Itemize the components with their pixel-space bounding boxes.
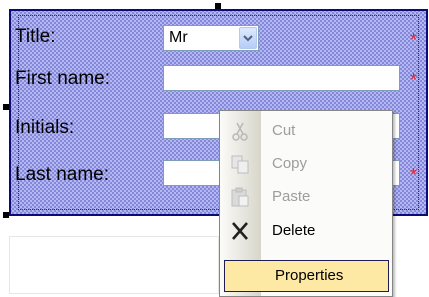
copy-icon xyxy=(231,155,249,174)
delete-x-icon xyxy=(232,222,248,240)
initials-label: Initials: xyxy=(15,117,75,138)
first-name-input[interactable] xyxy=(163,65,400,91)
menu-item-label: Copy xyxy=(272,155,308,172)
menu-item-label: Properties xyxy=(275,267,344,284)
required-marker-first-name: * xyxy=(410,70,418,90)
menu-item-properties[interactable]: Properties xyxy=(224,260,389,292)
scissors-icon xyxy=(232,122,248,141)
dropdown-button[interactable] xyxy=(239,27,257,49)
menu-item-label: Cut xyxy=(272,122,296,139)
last-name-label: Last name: xyxy=(15,164,109,185)
first-name-label: First name: xyxy=(15,68,111,89)
required-marker-title: * xyxy=(410,30,418,50)
menu-item-copy[interactable]: Copy xyxy=(220,148,392,180)
menu-item-label: Paste xyxy=(272,188,311,205)
menu-item-cut[interactable]: Cut xyxy=(220,115,392,147)
required-marker-last-name: * xyxy=(410,165,418,185)
background-control xyxy=(9,236,219,294)
menu-item-paste[interactable]: Paste xyxy=(220,181,392,213)
title-dropdown-value: Mr xyxy=(169,29,188,46)
menu-item-label: Delete xyxy=(272,222,316,239)
menu-item-delete[interactable]: Delete xyxy=(220,215,392,247)
paste-icon xyxy=(231,187,249,207)
title-label: Title: xyxy=(15,26,56,47)
context-menu: Cut Copy Paste Delete Properties xyxy=(219,110,393,297)
chevron-down-icon xyxy=(243,35,253,42)
title-dropdown[interactable]: Mr xyxy=(163,25,259,51)
